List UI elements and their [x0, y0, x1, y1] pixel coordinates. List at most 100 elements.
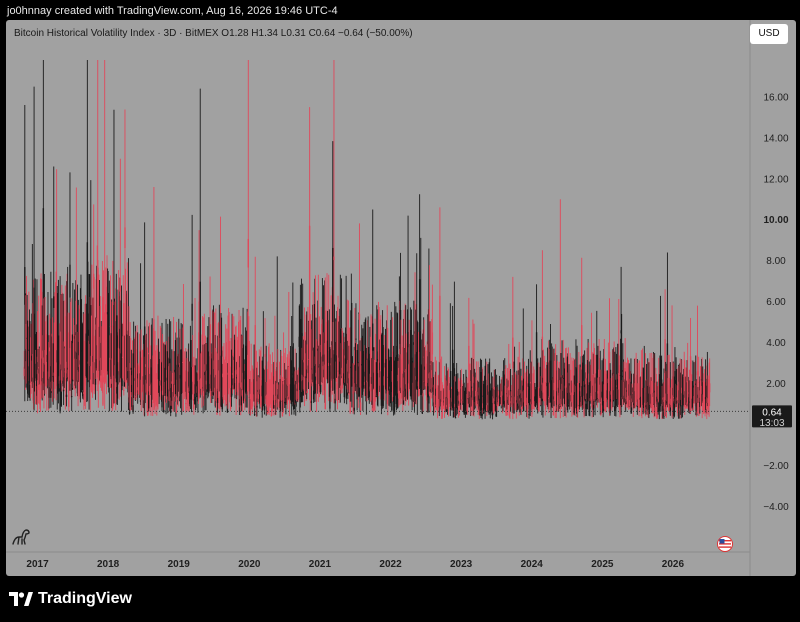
x-tick-label: 2021 [309, 559, 332, 570]
candle-body [263, 406, 266, 410]
candle-body [65, 394, 68, 397]
candle-body [130, 367, 133, 370]
candle-body [439, 377, 442, 384]
candle-body [334, 398, 336, 404]
candle-body [528, 413, 530, 416]
candle-body [372, 323, 374, 351]
candle-body [253, 414, 256, 416]
candle-body [545, 405, 547, 407]
x-tick-label: 2022 [379, 559, 402, 570]
candle-body [71, 388, 73, 390]
candle-body [256, 405, 258, 408]
y-tick-label: 4.00 [766, 338, 786, 349]
candle-body [589, 406, 591, 410]
candle-body [600, 405, 603, 414]
symbol-legend: Bitcoin Historical Volatility Index · 3D… [14, 28, 413, 39]
brand-name: TradingView [38, 590, 132, 607]
candle-body [68, 381, 70, 407]
candle-body [69, 264, 71, 298]
currency-button[interactable]: USD [750, 24, 788, 44]
candle-body [264, 354, 266, 357]
candle-body [512, 337, 514, 369]
footer-bar: TradingView [0, 576, 800, 622]
candle-body [692, 407, 695, 410]
x-tick-label: 2019 [168, 559, 191, 570]
candle-body [431, 332, 434, 355]
candle-body [168, 358, 171, 364]
bar-countdown: 13:03 [759, 418, 784, 429]
candle-body [53, 296, 55, 308]
candles-group [23, 60, 711, 420]
y-tick-label: 16.00 [763, 92, 788, 103]
x-tick-label: 2018 [97, 559, 120, 570]
chart-panel[interactable]: 16.00 14.00 12.00 10.00 8.00 6.00 4.00 2.00 −2.0… [6, 20, 796, 576]
candle-body [109, 325, 112, 327]
x-tick-label: 2026 [662, 559, 685, 570]
x-tick-label: 2017 [26, 559, 49, 570]
candle-body [556, 407, 559, 409]
candle-body [549, 360, 552, 384]
candle-body [247, 238, 249, 268]
candle-body [454, 417, 457, 419]
candle-body [244, 398, 246, 402]
y-tick-label: 14.00 [763, 133, 788, 144]
candle-body [355, 338, 357, 340]
y-tick-label: 6.00 [766, 297, 786, 308]
candle-body [439, 295, 441, 363]
candle-body [481, 413, 483, 416]
tradingview-logo[interactable]: TradingView [9, 590, 132, 608]
candle-body [119, 278, 122, 292]
candle-body [359, 402, 362, 411]
candle-body [585, 403, 588, 409]
tradingview-logo-icon [9, 592, 33, 606]
candle-body [353, 407, 355, 411]
y-tick-label: −4.00 [763, 502, 789, 513]
x-tick-label: 2025 [591, 559, 614, 570]
candle-body [135, 396, 137, 398]
candle-body [654, 407, 656, 414]
dinosaur-icon[interactable] [10, 525, 32, 547]
y-tick-label: 2.00 [766, 379, 786, 390]
candle-body [71, 396, 73, 398]
us-flag-icon [717, 536, 733, 552]
candle-body [358, 313, 361, 320]
candle-body [357, 399, 359, 401]
candle-body [375, 395, 377, 397]
candle-body [308, 225, 311, 327]
candle-body [516, 403, 519, 407]
last-price-value: 0.64 [762, 407, 782, 418]
candle-body [696, 371, 699, 376]
chart-canvas[interactable]: 16.00 14.00 12.00 10.00 8.00 6.00 4.00 2.00 −2.0… [6, 20, 796, 576]
top-bar: jo0hnnay created with TradingView.com, A… [0, 0, 800, 20]
candle-body [394, 385, 396, 408]
candle-body [270, 409, 273, 417]
candle-body [306, 391, 309, 393]
candle-body [468, 345, 470, 392]
candle-body [185, 403, 187, 405]
candle-body [345, 392, 348, 396]
y-tick-label: −2.00 [763, 461, 789, 472]
candle-body [422, 393, 424, 397]
candle-body [620, 370, 623, 372]
author-credit: jo0hnnay created with TradingView.com, A… [7, 5, 338, 17]
candle-body [175, 401, 178, 413]
candle-body [407, 332, 409, 348]
candle-body [220, 350, 223, 357]
candle-body [310, 401, 313, 403]
x-tick-label: 2024 [521, 559, 544, 570]
y-tick-label: 12.00 [763, 174, 788, 185]
candle-body [567, 404, 569, 407]
candle-body [124, 227, 126, 248]
candle-body [594, 400, 596, 402]
y-tick-label: 10.00 [763, 215, 788, 226]
candle-body [274, 369, 276, 383]
candle-body [177, 397, 179, 401]
y-tick-label: 8.00 [766, 256, 786, 267]
candle-body [333, 256, 335, 261]
candle-body [340, 385, 342, 391]
x-tick-label: 2023 [450, 559, 473, 570]
candle-body [248, 396, 250, 398]
candle-body [260, 376, 262, 378]
candle-body [123, 389, 125, 391]
candle-body [702, 401, 705, 412]
